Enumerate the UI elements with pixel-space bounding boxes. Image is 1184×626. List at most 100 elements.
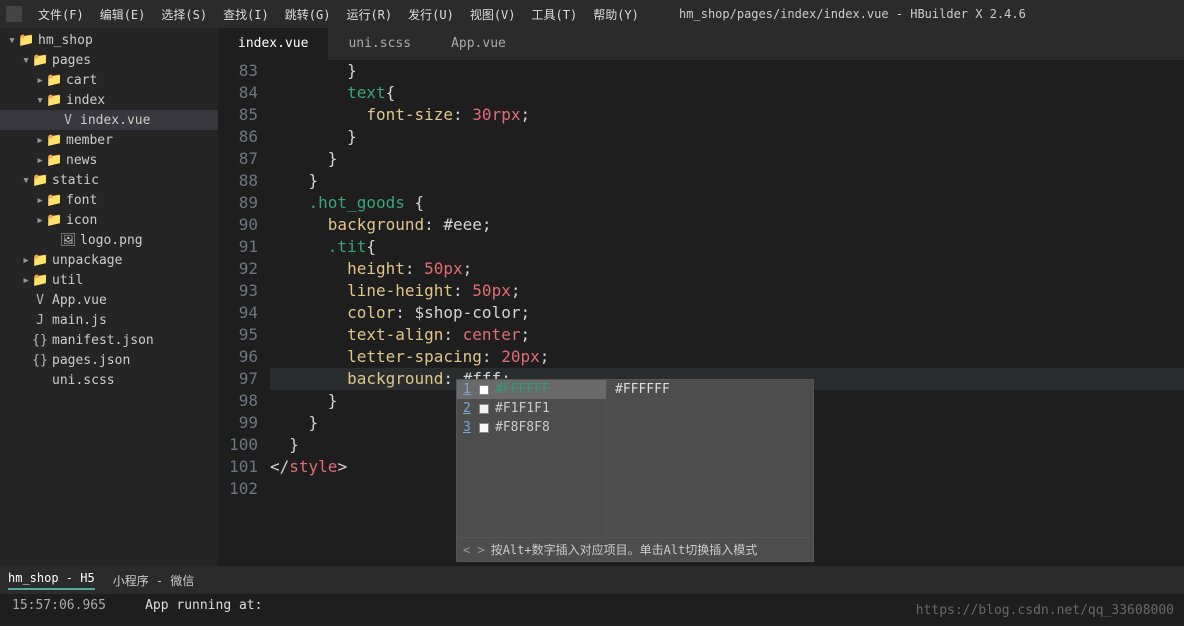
menu-item[interactable]: 工具(T) [524, 2, 586, 27]
editor-tab[interactable]: index.vue [218, 28, 328, 60]
menu-item[interactable]: 帮助(Y) [585, 2, 647, 27]
tree-row[interactable]: uni.scss [0, 370, 218, 390]
file-icon: 📁 [18, 33, 34, 48]
code-line[interactable]: } [270, 60, 1184, 82]
tree-row[interactable]: ▸📁unpackage [0, 250, 218, 270]
file-icon: 📁 [46, 193, 62, 208]
file-icon: 📁 [46, 213, 62, 228]
code-line[interactable]: font-size: 30rpx; [270, 104, 1184, 126]
editor-area: index.vueuni.scssApp.vue 838485868788899… [218, 28, 1184, 566]
file-label: index.vue [80, 113, 150, 128]
line-number: 85 [218, 104, 258, 126]
menu-item[interactable]: 文件(F) [30, 2, 92, 27]
watermark: https://blog.csdn.net/qq_33608000 [916, 603, 1174, 618]
file-label: manifest.json [52, 333, 154, 348]
code-line[interactable]: .tit{ [270, 236, 1184, 258]
code-line[interactable]: background: #eee; [270, 214, 1184, 236]
line-number: 101 [218, 456, 258, 478]
file-label: cart [66, 73, 97, 88]
twisty-icon: ▾ [6, 33, 18, 48]
item-index: 2 [463, 401, 473, 416]
menu-item[interactable]: 查找(I) [215, 2, 277, 27]
line-number: 97 [218, 368, 258, 390]
tree-row[interactable]: Jmain.js [0, 310, 218, 330]
tree-row[interactable]: 🖼logo.png [0, 230, 218, 250]
console-timestamp: 15:57:06.965 [12, 598, 106, 613]
tree-row[interactable]: ▸📁font [0, 190, 218, 210]
line-number: 94 [218, 302, 258, 324]
tree-row[interactable]: ▾📁index [0, 90, 218, 110]
app-icon [6, 6, 22, 22]
item-label: #FFFFFF [495, 382, 550, 397]
twisty-icon: ▾ [34, 93, 46, 108]
item-index: 1 [463, 382, 473, 397]
tree-row[interactable]: {}pages.json [0, 350, 218, 370]
item-label: #F1F1F1 [495, 401, 550, 416]
tree-row[interactable]: Vindex.vue [0, 110, 218, 130]
window-title: hm_shop/pages/index/index.vue - HBuilder… [647, 7, 1058, 21]
code-lines[interactable]: } text{ font-size: 30rpx; } } } .hot_goo… [270, 60, 1184, 566]
file-label: hm_shop [38, 33, 93, 48]
menu-item[interactable]: 发行(U) [400, 2, 462, 27]
menu-bar: 文件(F)编辑(E)选择(S)查找(I)跳转(G)运行(R)发行(U)视图(V)… [0, 0, 1184, 28]
line-number: 92 [218, 258, 258, 280]
code-line[interactable]: } [270, 148, 1184, 170]
code-line[interactable]: color: $shop-color; [270, 302, 1184, 324]
file-label: font [66, 193, 97, 208]
tree-row[interactable]: {}manifest.json [0, 330, 218, 350]
code-line[interactable]: text{ [270, 82, 1184, 104]
menu-item[interactable]: 选择(S) [153, 2, 215, 27]
nav-arrows-icon[interactable]: < > [463, 543, 485, 557]
twisty-icon: ▸ [20, 253, 32, 268]
code-line[interactable]: letter-spacing: 20px; [270, 346, 1184, 368]
code-line[interactable]: } [270, 126, 1184, 148]
file-label: uni.scss [52, 373, 115, 388]
code-line[interactable]: text-align: center; [270, 324, 1184, 346]
autocomplete-popup[interactable]: 1#FFFFFF2#F1F1F13#F8F8F8 #FFFFFF < > 按Al… [456, 379, 814, 562]
tree-row[interactable]: ▸📁news [0, 150, 218, 170]
status-tabs: hm_shop - H5 小程序 - 微信 [0, 566, 1184, 594]
file-label: news [66, 153, 97, 168]
line-number: 88 [218, 170, 258, 192]
autocomplete-item[interactable]: 1 #FFFFFF [457, 380, 606, 399]
file-icon: {} [32, 353, 48, 368]
code-editor[interactable]: 8384858687888990919293949596979899100101… [218, 60, 1184, 566]
tree-row[interactable]: VApp.vue [0, 290, 218, 310]
file-icon: 📁 [46, 73, 62, 88]
tree-row[interactable]: ▾📁pages [0, 50, 218, 70]
autocomplete-item[interactable]: 3#F8F8F8 [457, 418, 606, 437]
tree-row[interactable]: ▾📁 hm_shop [0, 30, 218, 50]
code-line[interactable]: } [270, 170, 1184, 192]
code-line[interactable]: .hot_goods { [270, 192, 1184, 214]
menu-item[interactable]: 视图(V) [462, 2, 524, 27]
line-number: 86 [218, 126, 258, 148]
color-swatch-icon [479, 423, 489, 433]
editor-tab[interactable]: uni.scss [328, 28, 431, 60]
status-tab[interactable]: 小程序 - 微信 [113, 572, 195, 589]
line-number: 95 [218, 324, 258, 346]
tree-row[interactable]: ▸📁icon [0, 210, 218, 230]
menu-item[interactable]: 运行(R) [338, 2, 400, 27]
file-icon: 📁 [32, 173, 48, 188]
line-number: 98 [218, 390, 258, 412]
tree-row[interactable]: ▸📁util [0, 270, 218, 290]
autocomplete-list[interactable]: 1 #FFFFFF 2 #F1F1F1 3#F8F8F8 [457, 380, 607, 537]
menu-item[interactable]: 跳转(G) [277, 2, 339, 27]
autocomplete-item[interactable]: 2 #F1F1F1 [457, 399, 606, 418]
line-number: 84 [218, 82, 258, 104]
tree-row[interactable]: ▸📁cart [0, 70, 218, 90]
status-tab[interactable]: hm_shop - H5 [8, 571, 95, 590]
color-swatch-icon [479, 385, 489, 395]
menu-item[interactable]: 编辑(E) [92, 2, 154, 27]
file-icon: 📁 [46, 93, 62, 108]
console-message: App running at: [145, 598, 262, 613]
code-line[interactable]: line-height: 50px; [270, 280, 1184, 302]
file-icon: V [32, 293, 48, 308]
line-number: 102 [218, 478, 258, 500]
file-label: static [52, 173, 99, 188]
tree-row[interactable]: ▸📁member [0, 130, 218, 150]
tree-row[interactable]: ▾📁static [0, 170, 218, 190]
code-line[interactable]: height: 50px; [270, 258, 1184, 280]
file-label: util [52, 273, 83, 288]
editor-tab[interactable]: App.vue [431, 28, 526, 60]
